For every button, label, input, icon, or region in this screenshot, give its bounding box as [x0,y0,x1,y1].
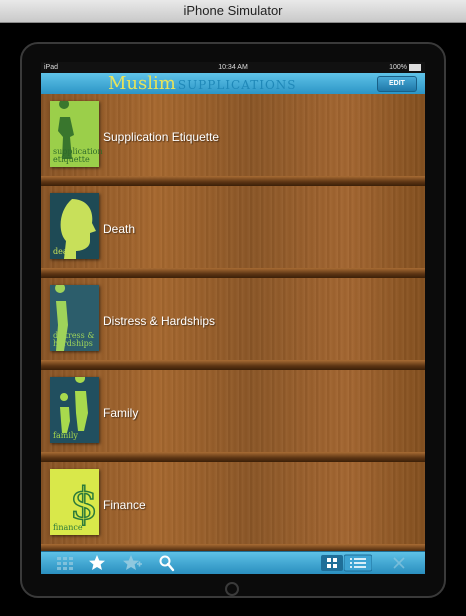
battery-percent: 100% [389,64,407,71]
shelf-row[interactable]: death Death [41,186,425,278]
book-title[interactable]: Distress & Hardships [103,314,215,328]
book-cover[interactable]: distress & hardships [50,285,99,351]
shelf-row[interactable]: supplication etiquette Supplication Etiq… [41,94,425,186]
shelf-row[interactable]: family Family [41,370,425,462]
bookshelf: supplication etiquette Supplication Etiq… [41,94,425,554]
list-view-icon[interactable] [344,552,372,574]
cover-text: death [53,247,76,256]
book-cover[interactable]: $ finance [50,469,99,535]
shelf-row[interactable]: $ finance Finance [41,462,425,554]
app-screen: iPad 10:34 AM 100% Muslim SUPPLICATIONS E… [41,62,425,574]
logo-main-text: Muslim [108,73,176,94]
cover-text: supplication etiquette [53,147,103,164]
battery-status: 100% [389,62,421,73]
logo-sub-text: SUPPLICATIONS [177,78,297,92]
header-bar: Muslim SUPPLICATIONS EDIT [41,73,425,95]
battery-icon [409,63,421,71]
simulator-title: iPhone Simulator [183,3,283,18]
edit-button[interactable]: EDIT [377,76,417,92]
simulator-titlebar: iPhone Simulator [0,0,466,23]
app-logo: Muslim SUPPLICATIONS [108,73,297,94]
book-cover[interactable]: family [50,377,99,443]
bottom-toolbar [41,551,425,574]
book-title[interactable]: Supplication Etiquette [103,130,219,144]
grid-menu-icon[interactable] [55,552,75,574]
status-time: 10:34 AM [218,64,248,71]
cover-text: family [53,431,78,440]
grid-view-icon[interactable] [321,552,343,574]
shelf-row[interactable]: distress & hardships Distress & Hardship… [41,278,425,370]
star-add-icon[interactable] [121,552,143,574]
book-title[interactable]: Family [103,406,138,420]
cover-text: finance [53,523,83,532]
book-cover[interactable]: supplication etiquette [50,101,103,167]
status-bar: iPad 10:34 AM 100% [41,62,425,73]
home-button[interactable] [225,582,239,596]
star-icon[interactable] [87,552,107,574]
book-title[interactable]: Finance [103,498,146,512]
search-icon[interactable] [157,552,177,574]
book-cover[interactable]: death [50,193,99,259]
close-icon[interactable] [391,552,407,574]
book-title[interactable]: Death [103,222,135,236]
cover-text: distress & hardships [53,331,95,348]
